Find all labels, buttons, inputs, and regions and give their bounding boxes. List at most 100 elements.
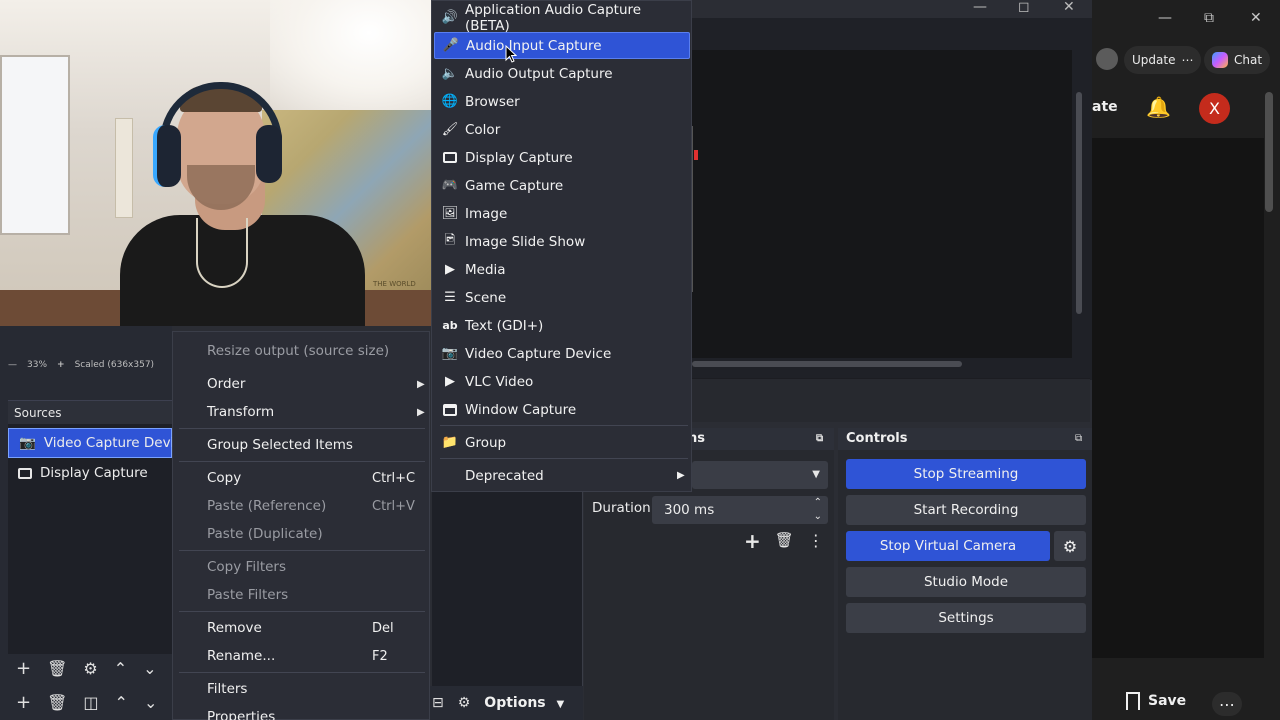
- browser-minimize-icon[interactable]: —: [1158, 10, 1172, 26]
- source-display-capture[interactable]: Display Capture: [8, 458, 172, 488]
- submenu-label: Text (GDI+): [465, 317, 544, 334]
- submenu-arrow-icon: ▶: [677, 470, 685, 481]
- notifications-bell-icon[interactable]: 🔔: [1146, 95, 1171, 119]
- browser-restore-icon[interactable]: ⧉: [1204, 10, 1214, 26]
- add-image-slide-show[interactable]: 🖻 Image Slide Show: [434, 228, 690, 255]
- add-audio-input-capture[interactable]: 🎤 Audio Input Capture: [434, 32, 690, 59]
- add-vlc-video[interactable]: ▶ VLC Video: [434, 368, 690, 395]
- menu-label: Resize output (source size): [207, 343, 390, 359]
- duration-spinbox[interactable]: 300 ms ⌃ ⌄: [652, 496, 828, 524]
- virtual-camera-settings-gear-icon[interactable]: ⚙: [1054, 531, 1086, 561]
- add-audio-output-capture[interactable]: 🔈 Audio Output Capture: [434, 60, 690, 87]
- transition-menu-icon[interactable]: ⋮: [808, 531, 824, 553]
- settings-button[interactable]: Settings: [846, 603, 1086, 633]
- source-label: Display Capture: [40, 465, 148, 481]
- deprecated-submenu[interactable]: Deprecated ▶: [434, 462, 690, 489]
- scene-filter-icon[interactable]: ◫: [83, 693, 98, 712]
- menu-remove[interactable]: Remove Del: [173, 615, 429, 641]
- menu-filters[interactable]: Filters: [173, 676, 429, 702]
- menu-transform[interactable]: Transform ▶: [173, 399, 429, 425]
- menu-rename[interactable]: Rename... F2: [173, 643, 429, 669]
- minimize-icon[interactable]: —: [973, 0, 987, 15]
- submenu-label: Display Capture: [465, 149, 573, 166]
- preview-scrollbar-vertical[interactable]: [1076, 92, 1082, 314]
- more-options-button[interactable]: ⋯: [1212, 692, 1242, 716]
- browser-close-icon[interactable]: ✕: [1250, 10, 1262, 26]
- add-window-capture[interactable]: Window Capture: [434, 396, 690, 423]
- scene-up-icon[interactable]: ⌃: [115, 693, 128, 712]
- menu-copy[interactable]: Copy Ctrl+C: [173, 465, 429, 491]
- zoom-in-icon[interactable]: +: [57, 360, 65, 370]
- menu-properties[interactable]: Properties: [173, 704, 429, 720]
- source-context-menu: Resize output (source size) Order ▶ Trans…: [172, 331, 430, 720]
- add-display-capture[interactable]: Display Capture: [434, 144, 690, 171]
- add-application-audio-capture[interactable]: 🔊 Application Audio Capture (BETA): [434, 2, 690, 34]
- add-media[interactable]: ▶ Media: [434, 256, 690, 283]
- account-avatar[interactable]: X: [1199, 93, 1230, 124]
- close-icon[interactable]: ✕: [1063, 0, 1075, 15]
- maximize-icon[interactable]: ◻: [1018, 0, 1030, 15]
- add-video-capture-device[interactable]: 📷 Video Capture Device: [434, 340, 690, 367]
- remove-source-icon[interactable]: 🗑: [47, 659, 67, 678]
- add-game-capture[interactable]: 🎮 Game Capture: [434, 172, 690, 199]
- undock-icon[interactable]: ⧉: [1075, 433, 1082, 444]
- move-up-icon[interactable]: ⌃: [114, 659, 127, 678]
- menu-group-selected[interactable]: Group Selected Items: [173, 432, 429, 458]
- add-browser[interactable]: 🌐 Browser: [434, 88, 690, 115]
- add-scene-icon[interactable]: +: [16, 692, 31, 713]
- undock-icon[interactable]: ⧉: [816, 433, 823, 444]
- zoom-out-icon[interactable]: —: [8, 360, 17, 370]
- menu-paste-reference[interactable]: Paste (Reference) Ctrl+V: [173, 493, 429, 519]
- add-scene[interactable]: ☰ Scene: [434, 284, 690, 311]
- add-source-icon[interactable]: +: [16, 658, 31, 679]
- menu-resize-output[interactable]: Resize output (source size): [173, 338, 429, 364]
- add-text-gdi[interactable]: ab Text (GDI+): [434, 312, 690, 339]
- start-recording-button[interactable]: Start Recording: [846, 495, 1086, 525]
- microphone-icon: 🎤: [442, 38, 460, 53]
- preview-canvas[interactable]: [692, 50, 1072, 358]
- preview-scrollbar-horizontal[interactable]: [692, 361, 962, 367]
- menu-order[interactable]: Order ▶: [173, 371, 429, 397]
- advanced-audio-icon[interactable]: ⊟: [432, 695, 444, 711]
- scene-down-icon[interactable]: ⌄: [144, 693, 157, 712]
- audio-settings-gear-icon[interactable]: ⚙: [458, 695, 471, 711]
- menu-paste-duplicate[interactable]: Paste (Duplicate): [173, 521, 429, 547]
- list-icon: ☰: [444, 290, 456, 305]
- scenes-toolbar: + 🗑 ◫ ⌃ ⌄: [8, 688, 172, 716]
- spin-arrows-icon[interactable]: ⌃ ⌄: [814, 496, 822, 524]
- preview-handle[interactable]: [694, 150, 698, 160]
- add-color[interactable]: 🖌 Color: [434, 116, 690, 143]
- headphones-right: [256, 125, 282, 183]
- stop-streaming-button[interactable]: Stop Streaming: [846, 459, 1086, 489]
- source-video-capture-device[interactable]: 📷 Video Capture Device: [8, 428, 190, 458]
- remove-scene-icon[interactable]: 🗑: [47, 693, 67, 712]
- menu-label: Filters: [207, 681, 248, 697]
- chat-label: Chat: [1234, 53, 1263, 67]
- add-transition-icon[interactable]: +: [744, 531, 761, 553]
- necklace: [196, 218, 248, 288]
- add-group[interactable]: 📁 Group: [434, 429, 690, 456]
- options-button[interactable]: Options ▼: [484, 695, 564, 711]
- submenu-label: VLC Video: [465, 373, 534, 390]
- chat-button[interactable]: Chat: [1204, 46, 1271, 74]
- submenu-label: Color: [465, 121, 501, 138]
- source-properties-gear-icon[interactable]: ⚙: [83, 659, 97, 678]
- browser-scrollbar[interactable]: [1265, 92, 1273, 212]
- studio-mode-button[interactable]: Studio Mode: [846, 567, 1086, 597]
- update-button[interactable]: Update ⋯: [1124, 46, 1202, 74]
- remove-transition-icon[interactable]: 🗑: [775, 531, 794, 553]
- menu-paste-filters[interactable]: Paste Filters: [173, 582, 429, 608]
- sources-toolbar: + 🗑 ⚙ ⌃ ⌄: [8, 654, 172, 682]
- wall-frame: [115, 118, 133, 218]
- transition-select[interactable]: ▼: [692, 461, 828, 489]
- stop-virtual-camera-button[interactable]: Stop Virtual Camera: [846, 531, 1050, 561]
- image-icon: 🖼: [441, 206, 459, 221]
- move-down-icon[interactable]: ⌄: [143, 659, 156, 678]
- submenu-label: Deprecated: [465, 467, 544, 484]
- add-image[interactable]: 🖼 Image: [434, 200, 690, 227]
- profile-avatar-icon[interactable]: [1096, 48, 1118, 70]
- menu-copy-filters[interactable]: Copy Filters: [173, 554, 429, 580]
- update-label: Update: [1132, 53, 1176, 67]
- save-button[interactable]: Save: [1126, 692, 1186, 710]
- menu-label: Copy: [207, 470, 242, 486]
